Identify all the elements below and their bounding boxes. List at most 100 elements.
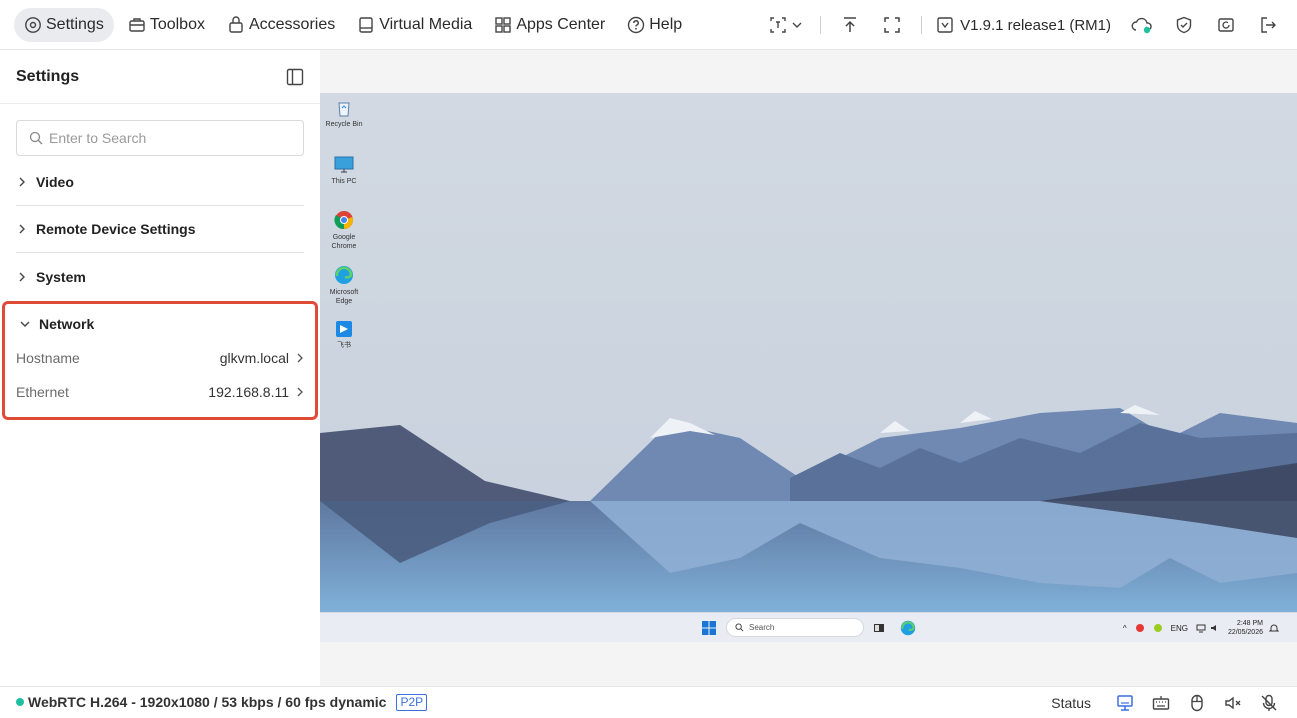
nav-toolbox[interactable]: Toolbox xyxy=(120,8,213,42)
upload-arrow-icon xyxy=(844,17,857,32)
recycle-bin-icon xyxy=(338,102,350,117)
help-icon xyxy=(628,16,645,33)
desktop-icon-microsoft-edge[interactable]: Microsoft Edge xyxy=(324,265,364,306)
nav-virtual-media[interactable]: Virtual Media xyxy=(349,8,480,42)
keyboard-button[interactable] xyxy=(1149,691,1173,715)
tray-app-icon[interactable] xyxy=(1135,623,1145,633)
audio-mute-button[interactable] xyxy=(1221,691,1245,715)
speaker-muted-icon xyxy=(1225,696,1241,709)
fullscreen-button[interactable] xyxy=(877,10,907,40)
task-view-icon[interactable] xyxy=(873,622,885,634)
chevron-down-icon xyxy=(792,22,802,28)
hostname-row[interactable]: Hostname glkvm.local xyxy=(16,347,305,369)
nav-help-label: Help xyxy=(649,15,683,33)
remote-desktop-screen[interactable]: Recycle Bin This PC Google Chrome Micros… xyxy=(320,93,1297,642)
tray-language[interactable]: ENG xyxy=(1171,624,1188,633)
status-controls: Status xyxy=(1051,687,1281,718)
settings-sidebar: Settings Video Remote Device Settings Sy… xyxy=(0,50,320,686)
divider xyxy=(921,16,923,34)
reboot-button[interactable] xyxy=(1211,10,1241,40)
network-section-highlighted: Network Hostname glkvm.local Ethernet 19… xyxy=(2,301,318,420)
chevron-right-icon xyxy=(19,224,25,234)
keyboard-icon xyxy=(1152,695,1170,710)
network-tray-icon[interactable] xyxy=(1196,623,1206,633)
search-input[interactable] xyxy=(49,130,289,146)
clock-date: 22/05/2026 xyxy=(1227,629,1263,636)
nav-virtual-media-label: Virtual Media xyxy=(379,15,473,33)
hostname-value: glkvm.local xyxy=(219,350,289,366)
desktop-wallpaper xyxy=(320,93,1297,612)
hostname-label: Hostname xyxy=(16,350,80,366)
search-icon xyxy=(29,131,43,145)
chrome-icon xyxy=(334,211,354,230)
notification-bell-icon[interactable] xyxy=(1269,623,1279,633)
clock-time: 2:48 PM xyxy=(1236,620,1263,627)
remote-taskbar: Search ^ ENG 2:48 PM 22/05/2026 xyxy=(320,612,1297,642)
section-video-label: Video xyxy=(36,174,74,190)
firmware-version[interactable]: V1.9.1 release1 (RM1) xyxy=(936,16,1111,34)
nav-settings[interactable]: Settings xyxy=(14,7,114,42)
cloud-status-button[interactable] xyxy=(1127,10,1157,40)
collapse-sidebar-icon[interactable] xyxy=(286,68,304,86)
nav-accessories-label: Accessories xyxy=(248,15,336,33)
section-system-label: System xyxy=(36,268,86,285)
section-network-label: Network xyxy=(39,316,95,332)
section-remote-device-settings[interactable]: Remote Device Settings xyxy=(16,206,304,253)
top-right-tools: V1.9.1 release1 (RM1) xyxy=(766,0,1283,50)
microphone-muted-icon xyxy=(1261,694,1277,711)
search-icon xyxy=(735,623,744,632)
desktop-icon-this-pc[interactable]: This PC xyxy=(324,156,364,186)
apps-grid-icon xyxy=(495,16,512,33)
edge-taskbar-icon[interactable] xyxy=(900,620,916,636)
nav-help[interactable]: Help xyxy=(619,8,690,42)
tray-chevron-up-icon[interactable]: ^ xyxy=(1123,624,1127,633)
firmware-version-label: V1.9.1 release1 (RM1) xyxy=(960,16,1111,34)
edge-icon xyxy=(335,266,353,284)
section-remote-device-settings-label: Remote Device Settings xyxy=(36,221,196,237)
windows-start-icon[interactable] xyxy=(702,621,716,635)
virtual-media-icon xyxy=(359,16,373,33)
chevron-right-icon xyxy=(19,272,25,281)
desktop-icon-app[interactable]: 飞书 xyxy=(324,320,364,350)
monitor-icon xyxy=(1117,694,1133,711)
desktop-icon-google-chrome-label: Google Chrome xyxy=(331,234,357,250)
hostname-value-wrap: glkvm.local xyxy=(220,350,305,366)
tray-clock[interactable]: 2:48 PM 22/05/2026 xyxy=(1228,619,1263,637)
chevron-right-icon xyxy=(19,177,25,187)
sidebar-header: Settings xyxy=(0,50,320,104)
app-shortcut-icon xyxy=(336,321,352,337)
desktop-icon-recycle-bin[interactable]: Recycle Bin xyxy=(324,99,364,129)
section-network-header[interactable]: Network xyxy=(19,316,94,332)
system-tray: ^ ENG 2:48 PM 22/05/2026 xyxy=(1123,613,1279,642)
stream-info: WebRTC H.264 - 1920x1080 / 53 kbps / 60 … xyxy=(28,694,387,710)
ethernet-row[interactable]: Ethernet 192.168.8.11 xyxy=(16,381,305,403)
screen-select-icon xyxy=(770,17,786,33)
accessories-icon xyxy=(229,15,243,33)
monitor-icon xyxy=(334,156,354,173)
toolbox-icon xyxy=(129,17,145,32)
desktop-icon-google-chrome[interactable]: Google Chrome xyxy=(324,210,364,251)
taskbar-search[interactable]: Search xyxy=(726,618,864,637)
desktop-icon-app-label: 飞书 xyxy=(337,342,351,349)
mouse-button[interactable] xyxy=(1185,691,1209,715)
divider xyxy=(820,16,822,34)
desktop-icon-microsoft-edge-label: Microsoft Edge xyxy=(329,289,359,305)
top-navigation-bar: Settings Toolbox Accessories Virtual Med… xyxy=(0,0,1297,50)
version-check-icon xyxy=(937,17,953,33)
display-mode-dropdown[interactable] xyxy=(766,10,806,40)
restart-icon xyxy=(1218,18,1234,32)
section-system[interactable]: System xyxy=(16,253,304,300)
security-button[interactable] xyxy=(1169,10,1199,40)
status-label[interactable]: Status xyxy=(1051,695,1091,711)
chevron-down-icon xyxy=(20,321,30,327)
nav-accessories[interactable]: Accessories xyxy=(219,8,343,42)
ethernet-label: Ethernet xyxy=(16,384,69,400)
tray-app-icon[interactable] xyxy=(1153,623,1163,633)
microphone-button[interactable] xyxy=(1257,691,1281,715)
upload-button[interactable] xyxy=(835,10,865,40)
display-status-button[interactable] xyxy=(1113,691,1137,715)
volume-tray-icon[interactable] xyxy=(1210,623,1220,633)
section-video[interactable]: Video xyxy=(16,159,304,206)
nav-apps-center[interactable]: Apps Center xyxy=(486,8,613,42)
logout-button[interactable] xyxy=(1253,10,1283,40)
